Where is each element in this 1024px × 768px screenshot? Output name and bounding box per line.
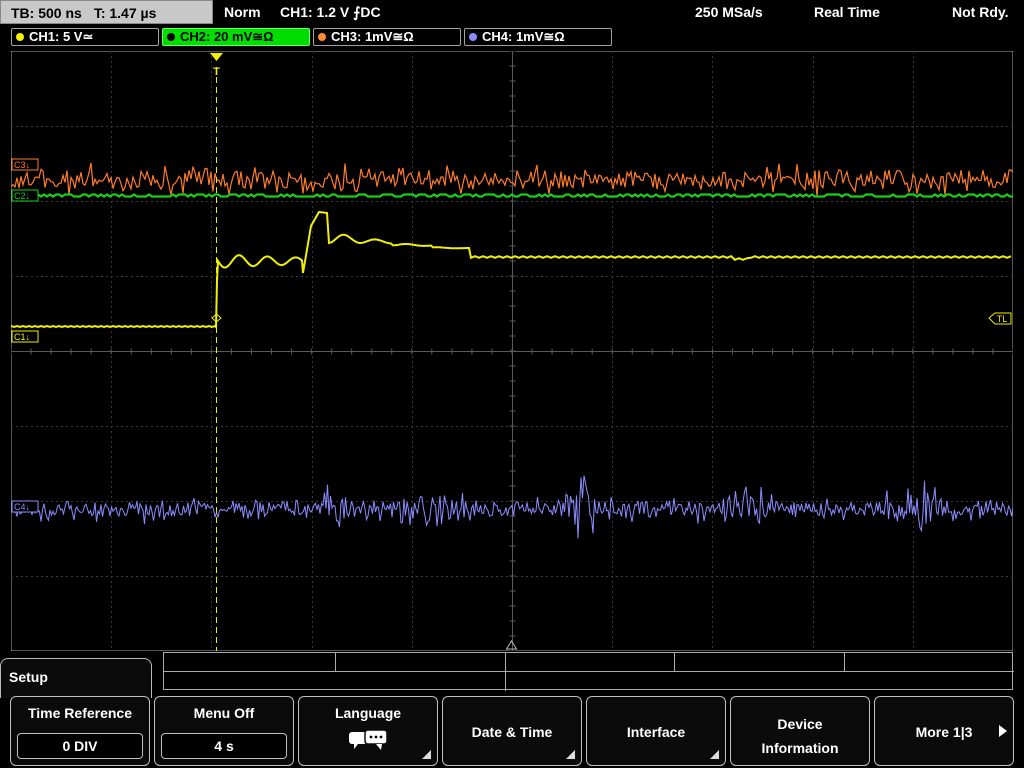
language-button[interactable]: Language — [298, 696, 438, 766]
more-button[interactable]: More 1|3 — [874, 696, 1014, 766]
svg-text:C3↓: C3↓ — [14, 160, 30, 170]
trigger-level-label: TL — [997, 314, 1008, 324]
measurement-table — [163, 652, 1014, 691]
time-reference-value: 0 DIV — [17, 733, 143, 759]
svg-text:C1↓: C1↓ — [14, 332, 30, 342]
softkey-label: Time Reference — [27, 705, 132, 721]
speech-bubbles-icon — [349, 729, 388, 750]
channel-dot-icon — [469, 33, 477, 41]
channel-label: CH3: 1mV≅Ω — [331, 29, 414, 44]
trigger-time-readout: T: 1.47 µs — [93, 5, 157, 21]
ch2-offset-marker[interactable]: C2↓ — [11, 189, 39, 202]
trigger-mode: Norm — [224, 4, 261, 20]
trigger-source: CH1: 1.2 V ⨍DC — [280, 4, 381, 20]
softkey-label: Language — [334, 705, 402, 721]
time-reference-button[interactable]: Time Reference 0 DIV — [10, 696, 150, 766]
softkey-label: Menu Off — [193, 705, 255, 721]
menu-off-value: 4 s — [161, 733, 287, 759]
submenu-indicator-icon — [422, 750, 431, 759]
chevron-right-icon — [999, 725, 1007, 737]
acquisition-state: Not Rdy. — [952, 4, 1009, 20]
submenu-indicator-icon — [710, 750, 719, 759]
channel-dot-icon — [318, 33, 326, 41]
status-bar: TB: 500 ns T: 1.47 µs Norm CH1: 1.2 V ⨍DC… — [0, 0, 1024, 26]
channel-tab-ch4[interactable]: CH4: 1mV≅Ω — [464, 28, 612, 46]
channel-label: CH4: 1mV≅Ω — [482, 29, 565, 44]
interface-button[interactable]: Interface — [586, 696, 726, 766]
trigger-position-label: T — [213, 66, 220, 78]
sample-rate: 250 MSa/s — [695, 4, 763, 20]
channel-dot-icon — [167, 33, 175, 41]
svg-text:C2↓: C2↓ — [14, 191, 30, 201]
menu-title-tab: Setup — [0, 658, 152, 698]
menu-off-button[interactable]: Menu Off 4 s — [154, 696, 294, 766]
softkey-label: Device Information — [761, 716, 839, 756]
timebase-readout: TB: 500 ns — [11, 5, 82, 21]
softkey-label: Interface — [626, 724, 686, 740]
ch4-offset-marker[interactable]: C4↓ — [11, 500, 39, 513]
channel-tab-ch2[interactable]: CH2: 20 mV≅Ω — [162, 28, 310, 46]
ch1-offset-marker[interactable]: C1↓ — [11, 330, 39, 343]
channel-tab-ch1[interactable]: CH1: 5 V≃ — [11, 28, 159, 46]
channel-label: CH1: 5 V≃ — [29, 29, 94, 44]
softkey-label: Date & Time — [471, 724, 553, 740]
acquisition-mode: Real Time — [814, 4, 880, 20]
channel-tab-ch3[interactable]: CH3: 1mV≅Ω — [313, 28, 461, 46]
channel-label: CH2: 20 mV≅Ω — [180, 29, 274, 44]
softkey-label: More 1|3 — [915, 724, 973, 740]
menu-title: Setup — [9, 669, 48, 685]
ch3-offset-marker[interactable]: C3↓ — [11, 158, 39, 171]
submenu-indicator-icon — [566, 750, 575, 759]
timebase-box[interactable]: TB: 500 ns T: 1.47 µs — [0, 0, 213, 24]
svg-text:C4↓: C4↓ — [14, 502, 30, 512]
date-time-button[interactable]: Date & Time — [442, 696, 582, 766]
channel-dot-icon — [16, 33, 24, 41]
waveform-display[interactable]: T TL C3↓ C2↓ C1↓ C4↓ — [11, 51, 1013, 651]
device-information-button[interactable]: Device Information — [730, 696, 870, 766]
